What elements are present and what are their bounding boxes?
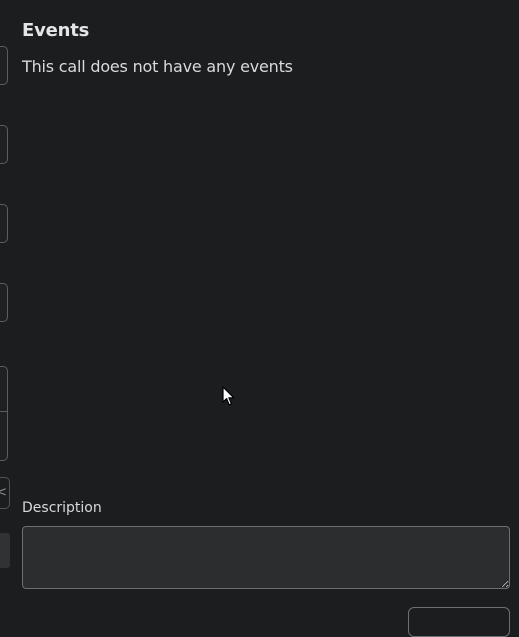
description-textarea[interactable] [22,526,510,589]
left-panel-field-4[interactable] [0,283,8,322]
events-heading: Events [22,20,90,41]
left-panel-field-6[interactable] [0,411,8,461]
events-empty-message: This call does not have any events [22,57,293,76]
left-panel-pager-button[interactable]: < [0,477,10,509]
mouse-pointer-icon [222,386,235,406]
left-panel-field-3[interactable] [0,204,8,243]
chevron-left-icon: < [0,485,7,500]
left-panel-field-5[interactable] [0,366,8,412]
left-panel-button[interactable] [0,533,10,568]
left-panel-field-1[interactable] [0,46,8,85]
left-panel-field-2[interactable] [0,125,8,164]
description-label: Description [22,500,102,516]
